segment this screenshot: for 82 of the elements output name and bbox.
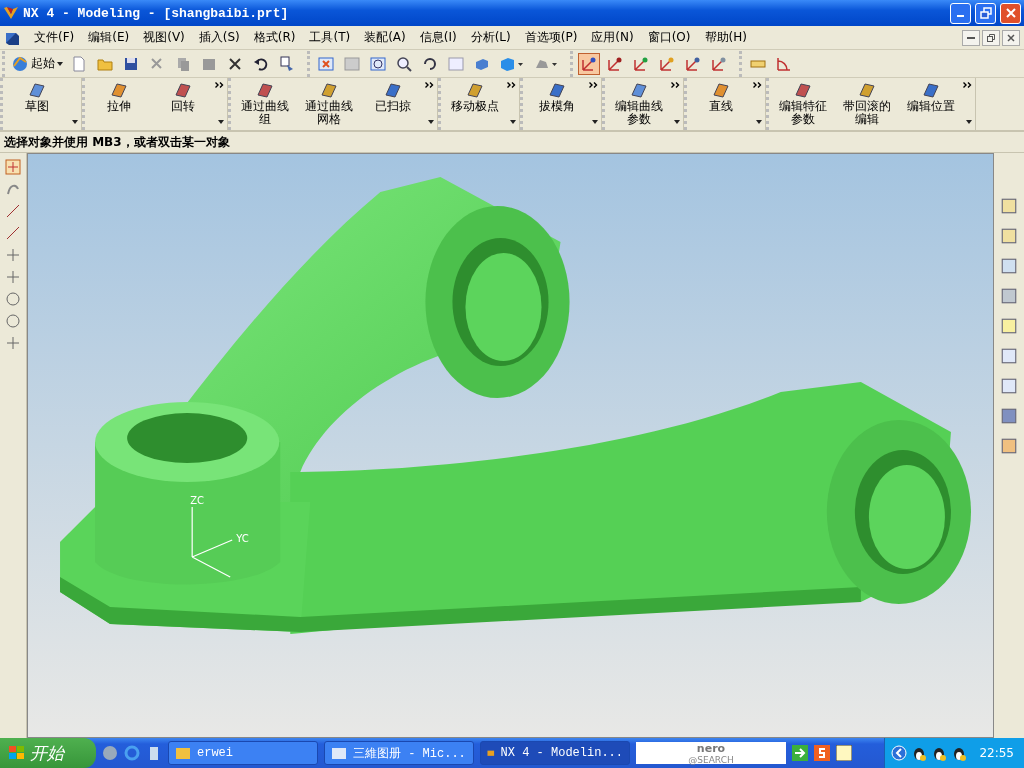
- penguin-icon[interactable]: [951, 745, 968, 761]
- axis-label: ZC: [190, 495, 204, 506]
- feature-button[interactable]: 直线: [691, 78, 751, 130]
- line-tool-icon[interactable]: [5, 225, 21, 241]
- double-chevron-icon[interactable]: [671, 82, 680, 88]
- menu-item[interactable]: 工具(T): [309, 29, 351, 46]
- feature-button[interactable]: 移动极点: [445, 78, 505, 130]
- circle-tool-icon[interactable]: [5, 291, 21, 307]
- dropdown-arrow-icon[interactable]: [428, 120, 434, 124]
- windows-logo-icon: [8, 745, 26, 761]
- dropdown-arrow-icon[interactable]: [218, 120, 224, 124]
- circle-tool-icon[interactable]: [5, 313, 21, 329]
- menu-item[interactable]: 应用(N): [591, 29, 634, 46]
- feature-button[interactable]: 拉伸: [89, 78, 149, 130]
- feature-button[interactable]: 通过曲线网格: [299, 78, 359, 130]
- window-title: NX 4 - Modeling - [shangbaibi.prt]: [23, 5, 289, 21]
- dropdown-arrow-icon[interactable]: [592, 120, 598, 124]
- snap-point-icon[interactable]: [5, 159, 21, 175]
- feature-button[interactable]: 拔模角: [527, 78, 587, 130]
- menu-item[interactable]: 首选项(P): [524, 29, 578, 46]
- dropdown-arrow-icon[interactable]: [510, 120, 516, 124]
- menu-item[interactable]: 格式(R): [253, 29, 296, 46]
- arrow-right-icon[interactable]: [792, 745, 808, 761]
- double-chevron-icon[interactable]: [507, 82, 516, 88]
- line-tool-icon[interactable]: [5, 203, 21, 219]
- restore-icon: [979, 7, 992, 19]
- feature-button[interactable]: 编辑位置: [901, 78, 961, 130]
- double-chevron-icon[interactable]: [425, 82, 434, 88]
- menu-item[interactable]: 视图(V): [143, 29, 185, 46]
- menu-item[interactable]: 编辑(E): [88, 29, 130, 46]
- menu-item[interactable]: 窗口(O): [647, 29, 691, 46]
- status-prompt: 选择对象并使用 MB3，或者双击某一对象: [4, 133, 230, 151]
- taskbar-button[interactable]: 三維图册 - Mic...: [324, 741, 474, 765]
- double-chevron-icon[interactable]: [963, 82, 972, 88]
- taskbar-button[interactable]: erwei: [168, 741, 318, 765]
- start-menu-button[interactable]: 起始: [11, 55, 63, 72]
- double-chevron-icon[interactable]: [589, 82, 598, 88]
- minimize-icon: [967, 36, 975, 39]
- taskbar-button[interactable]: NX 4 - Modelin...: [480, 741, 630, 765]
- document-restore-button[interactable]: [982, 29, 1000, 46]
- menu-item[interactable]: 帮助(H): [704, 29, 747, 46]
- dropdown-arrow-icon: [57, 61, 63, 66]
- menu-item[interactable]: 插入(S): [198, 29, 240, 46]
- chevron-left-icon[interactable]: [891, 745, 908, 761]
- search-logo[interactable]: nero @SEARCH: [636, 742, 786, 764]
- feature-button[interactable]: 草图: [7, 78, 67, 130]
- restore-icon: [987, 33, 995, 42]
- axis-label: YC: [236, 533, 249, 544]
- menu-item[interactable]: 信息(I): [419, 29, 457, 46]
- coordinate-triad-drawing: [191, 506, 233, 578]
- penguin-icon[interactable]: [911, 745, 928, 761]
- globe-icon: [11, 55, 29, 72]
- minimize-icon: [957, 15, 964, 17]
- menu-item[interactable]: 装配(A): [364, 29, 406, 46]
- window-icon: [331, 745, 347, 761]
- dropdown-arrow-icon[interactable]: [756, 120, 762, 124]
- window-icon: [175, 745, 191, 761]
- document-close-button[interactable]: [1002, 29, 1020, 46]
- feature-button[interactable]: 回转: [153, 78, 213, 130]
- menu-item[interactable]: 分析(L): [470, 29, 511, 46]
- close-button[interactable]: [1000, 2, 1021, 24]
- feature-button[interactable]: 已扫掠: [363, 78, 423, 130]
- dropdown-arrow-icon[interactable]: [72, 120, 78, 124]
- feature-button[interactable]: 编辑特征参数: [773, 78, 833, 130]
- s-logo-icon[interactable]: [814, 745, 830, 761]
- double-chevron-icon[interactable]: [215, 82, 224, 88]
- feature-button[interactable]: 带回滚的编辑: [837, 78, 897, 130]
- clock: 22:55: [979, 746, 1014, 760]
- close-icon: [1007, 33, 1015, 42]
- dropdown-arrow-icon[interactable]: [674, 120, 680, 124]
- app-logo-icon: [3, 5, 19, 21]
- close-icon: [1004, 7, 1017, 19]
- feature-button[interactable]: 通过曲线组: [235, 78, 295, 130]
- minimize-button[interactable]: [950, 2, 971, 24]
- feature-button[interactable]: 编辑曲线参数: [609, 78, 669, 130]
- penguin-icon[interactable]: [931, 745, 948, 761]
- document-minimize-button[interactable]: [962, 29, 980, 46]
- dropdown-arrow-icon[interactable]: [966, 120, 972, 124]
- selection-filter-icon[interactable]: [579, 53, 599, 74]
- double-chevron-icon[interactable]: [753, 82, 762, 88]
- restore-button[interactable]: [975, 2, 996, 24]
- menu-item[interactable]: 文件(F): [34, 29, 75, 46]
